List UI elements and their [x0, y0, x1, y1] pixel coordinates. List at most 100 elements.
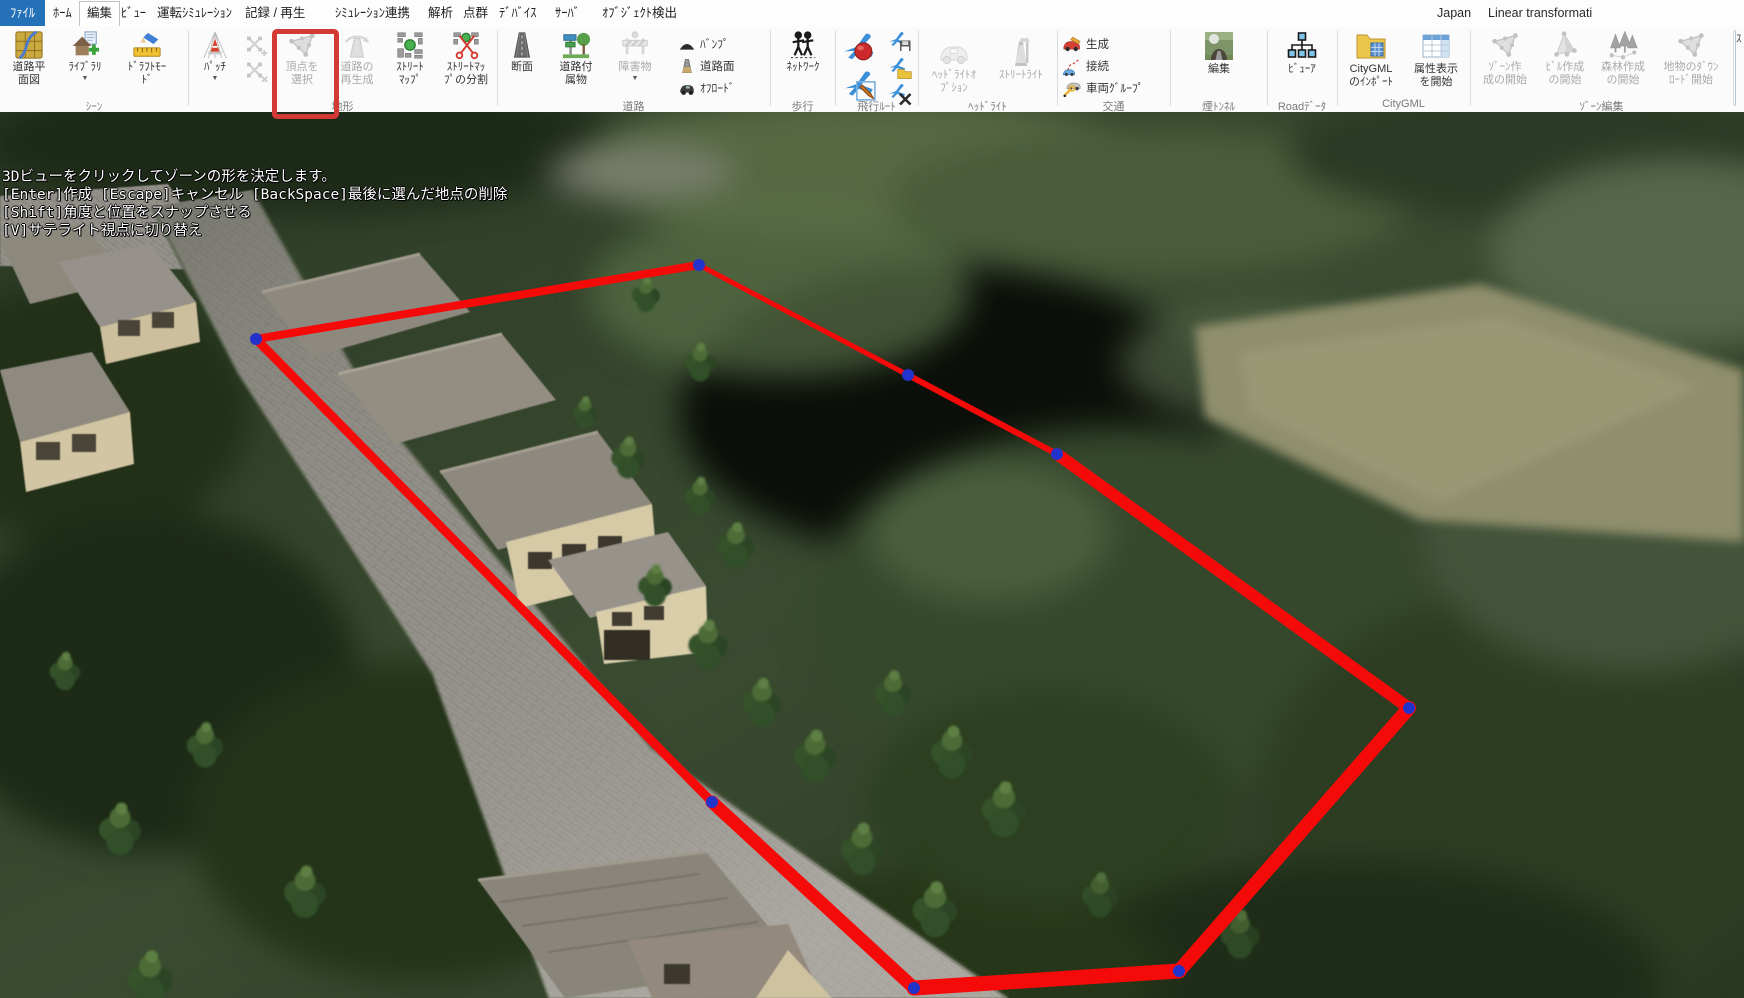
zone-vertex[interactable]: [1051, 448, 1063, 460]
zone-edge: [252, 261, 703, 343]
forest-create-button[interactable]: 森林作成 の開始: [1594, 30, 1652, 87]
vertex-add-icon: [244, 32, 268, 56]
zone-vertex[interactable]: [706, 796, 718, 808]
library-icon: [70, 30, 100, 60]
library-button[interactable]: ﾗｲﾌﾞﾗﾘ ▼: [58, 30, 112, 83]
draft-mode-icon: [132, 30, 162, 60]
attribute-table-icon: [1420, 30, 1452, 62]
traffic-generate-button[interactable]: 生成: [1062, 33, 1109, 54]
building-create-button[interactable]: ﾋﾞﾙ作成 の開始: [1536, 30, 1594, 87]
vehicle-group-icon: [1062, 78, 1082, 98]
road-surface-button[interactable]: 道路面: [678, 55, 735, 76]
street-map-split-button[interactable]: ｽﾄﾘｰﾄﾏｯ ﾌﾟの分割: [436, 30, 496, 87]
zone-vertex[interactable]: [250, 333, 262, 345]
road-data-viewer-button[interactable]: ﾋﾞｭｰｱ: [1276, 30, 1328, 76]
patch-button[interactable]: ﾊﾟｯﾁ ▼: [192, 30, 238, 83]
traffic-connect-icon: [1062, 56, 1082, 76]
group-label-road: 道路: [622, 101, 645, 113]
bump-icon: [678, 35, 696, 53]
tab-device[interactable]: ﾃﾞﾊﾞｲｽ: [492, 2, 544, 24]
zone-edge: [905, 372, 1060, 457]
tab-record-playback[interactable]: 記録 / 再生: [238, 2, 312, 24]
offroad-button[interactable]: ｵﾌﾛｰﾄﾞ: [678, 77, 735, 98]
citygml-import-icon: [1355, 30, 1387, 62]
vertex-select-icon: [287, 30, 317, 60]
forest-create-icon: [1608, 30, 1638, 60]
zone-create-button[interactable]: ｿﾞｰﾝ作 成の開始: [1476, 30, 1534, 87]
vertex-add-button[interactable]: [242, 32, 270, 57]
group-label-traffic: 交通: [1102, 101, 1125, 113]
group-label-terrain: 地形: [331, 101, 354, 113]
group-label-flight-route: 飛行ﾙｰﾄ: [857, 101, 896, 113]
clipped-right-panel: ｽ: [1735, 30, 1744, 106]
instruction-line: [Shift]角度と位置をスナップさせる: [2, 205, 252, 221]
tab-view[interactable]: ﾋﾞｭｰ: [114, 2, 153, 24]
flight-edit-icon: [843, 68, 877, 102]
group-label-walk: 歩行: [791, 101, 814, 113]
zone-vertex[interactable]: [1403, 702, 1415, 714]
street-light-button[interactable]: ｽﾄﾘｰﾄﾗｲﾄ: [988, 36, 1054, 82]
zone-edge: [251, 334, 717, 807]
feature-download-button[interactable]: 地物のﾀﾞｳﾝ ﾛｰﾄﾞ開始: [1652, 30, 1730, 87]
zone-vertex[interactable]: [908, 982, 920, 994]
attribute-table-button[interactable]: 属性表示 を開始: [1406, 30, 1466, 89]
zone-edge: [705, 795, 921, 995]
group-label-scene: ｼｰﾝ: [85, 101, 103, 113]
tunnel-edit-button[interactable]: 編集: [1192, 30, 1246, 76]
group-label-smoke-tunnel: 煙ﾄﾝﾈﾙ: [1202, 101, 1235, 113]
zone-edge: [696, 262, 911, 378]
tab-simulation-link[interactable]: ｼﾐｭﾚｰｼｮﾝ連携: [328, 2, 417, 24]
viewport-3d[interactable]: 3Dビューをクリックしてゾーンの形を決定します。 [Enter]作成 [Esca…: [0, 112, 1744, 998]
instruction-line: [V]サテライト視点に切り替え: [2, 223, 203, 239]
zone-vertex[interactable]: [902, 369, 914, 381]
chevron-down-icon[interactable]: ▼: [608, 75, 662, 83]
tab-point-cloud[interactable]: 点群: [456, 2, 495, 24]
headlight-option-button[interactable]: ﾍｯﾄﾞﾗｲﾄｵ ﾌﾟｼｮﾝ: [921, 36, 987, 95]
traffic-connect-button[interactable]: 接続: [1062, 55, 1109, 76]
tab-object-detection[interactable]: ｵﾌﾞｼﾞｪｸﾄ検出: [595, 2, 684, 24]
road-regenerate-button[interactable]: 道路の 再生成: [332, 30, 382, 87]
patch-icon: [200, 30, 230, 60]
obstacle-icon: [620, 30, 650, 60]
zone-vertex[interactable]: [693, 259, 705, 271]
tab-file[interactable]: ﾌｧｲﾙ: [0, 0, 46, 26]
road-furniture-button[interactable]: 道路付 属物: [548, 30, 604, 87]
zone-vertex[interactable]: [1173, 965, 1185, 977]
citygml-import-button[interactable]: CityGML のｲﾝﾎﾟｰﾄ: [1340, 30, 1402, 89]
tab-analysis[interactable]: 解析: [421, 2, 460, 24]
zone-polygon-overlay: [250, 259, 1416, 996]
road-data-viewer-icon: [1286, 30, 1318, 62]
flight-save-button[interactable]: [886, 30, 914, 55]
flight-open-button[interactable]: [886, 56, 914, 81]
flight-record-button[interactable]: [838, 30, 882, 67]
road-plan-button[interactable]: 道路平 面図: [2, 30, 56, 87]
menu-tab-bar: ﾌｧｲﾙ ﾎｰﾑ 編集 ﾋﾞｭｰ 運転ｼﾐｭﾚｰｼｮﾝ 記録 / 再生 ｼﾐｭﾚ…: [0, 0, 1744, 27]
street-map-button[interactable]: ｽﾄﾘｰﾄ ﾏｯﾌﾟ: [383, 30, 437, 87]
feature-download-icon: [1676, 30, 1706, 60]
vertex-delete-icon: [244, 58, 268, 82]
group-label-headlight: ﾍｯﾄﾞﾗｲﾄ: [968, 101, 1007, 113]
zone-create-icon: [1490, 30, 1520, 60]
building-create-icon: [1550, 30, 1580, 60]
instruction-line: [Enter]作成 [Escape]キャンセル [BackSpace]最後に選ん…: [2, 187, 508, 203]
street-map-icon: [395, 30, 425, 60]
vertex-select-button[interactable]: 頂点を 選択: [277, 30, 327, 87]
road-section-button[interactable]: 断面: [500, 30, 544, 74]
headlight-option-icon: [938, 36, 970, 68]
zone-edge: [1051, 448, 1415, 714]
chevron-down-icon[interactable]: ▼: [58, 75, 112, 83]
obstacle-button[interactable]: 障害物 ▼: [608, 30, 662, 83]
vehicle-group-button[interactable]: 車両ｸﾞﾙｰﾌﾟ: [1062, 77, 1144, 98]
draft-mode-button[interactable]: ﾄﾞﾗﾌﾄﾓｰ ﾄﾞ: [114, 30, 180, 87]
bump-button[interactable]: ﾊﾞﾝﾌﾟ: [678, 33, 729, 54]
tab-driving-simulation[interactable]: 運転ｼﾐｭﾚｰｼｮﾝ: [150, 2, 239, 24]
road-furniture-icon: [561, 30, 591, 60]
traffic-generate-icon: [1062, 34, 1082, 54]
instruction-line: 3Dビューをクリックしてゾーンの形を決定します。: [2, 169, 336, 185]
vertex-delete-button[interactable]: [242, 58, 270, 83]
chevron-down-icon[interactable]: ▼: [192, 75, 238, 83]
road-surface-icon: [678, 57, 696, 75]
tab-home[interactable]: ﾎｰﾑ: [46, 2, 79, 24]
tab-server[interactable]: ｻｰﾊﾞ: [548, 2, 587, 24]
pedestrian-network-button[interactable]: ﾈｯﾄﾜｰｸ: [772, 30, 834, 74]
